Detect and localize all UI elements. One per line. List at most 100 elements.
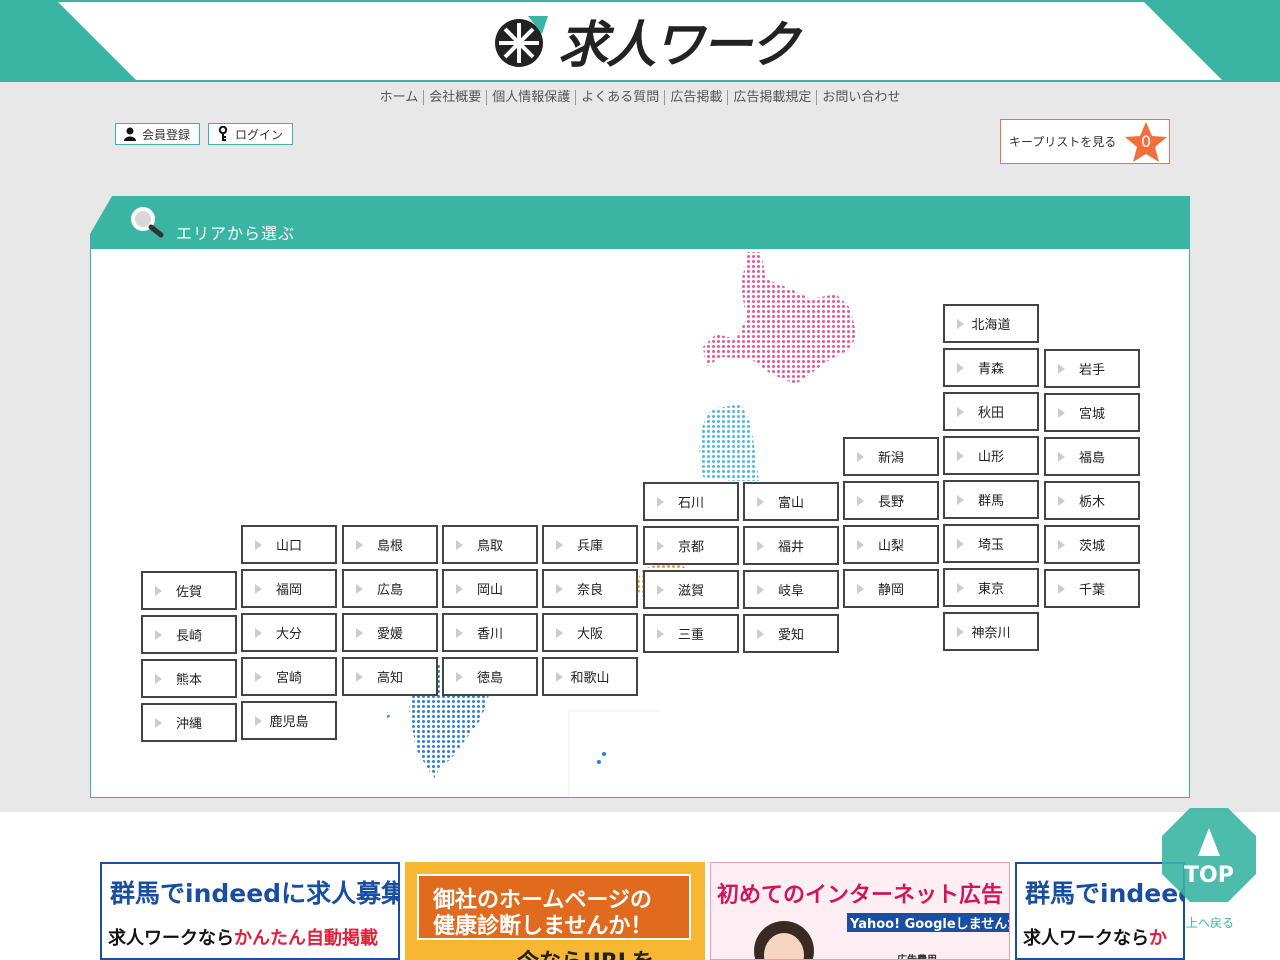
pref-button-toyama[interactable]: 富山 [743, 482, 839, 521]
pref-button-nara[interactable]: 奈良 [542, 569, 638, 608]
nav-ad-rules[interactable]: 広告掲載規定 [727, 90, 817, 105]
logo-text: 求人ワーク [558, 16, 800, 74]
nav-advertise[interactable]: 広告掲載 [664, 90, 728, 105]
key-icon [218, 126, 228, 141]
pref-button-aomori[interactable]: 青森 [943, 348, 1039, 387]
pref-button-tochigi[interactable]: 栃木 [1044, 481, 1140, 520]
back-to-top-button[interactable] [1160, 806, 1258, 904]
login-label: ログイン [235, 127, 284, 142]
keeplist-button[interactable]: キープリストを見る 0 [1000, 119, 1170, 164]
triangle-right-icon [757, 585, 764, 595]
pref-button-oita[interactable]: 大分 [241, 613, 337, 652]
register-button[interactable]: 会員登録 [115, 123, 200, 145]
banner1-headline: 群馬でindeedに求人募集 [110, 879, 400, 908]
pref-button-yamaguchi[interactable]: 山口 [241, 525, 337, 564]
pref-button-akita[interactable]: 秋田 [943, 392, 1039, 431]
pref-button-nagano[interactable]: 長野 [843, 481, 939, 520]
pref-button-kagoshima[interactable]: 鹿児島 [241, 701, 337, 740]
triangle-right-icon [456, 540, 463, 550]
pref-button-fukushima[interactable]: 福島 [1044, 437, 1140, 476]
pref-button-saga[interactable]: 佐賀 [141, 571, 237, 610]
pref-button-yamagata[interactable]: 山形 [943, 436, 1039, 475]
pref-button-nagasaki[interactable]: 長崎 [141, 615, 237, 654]
banner3-sub: Yahoo! Googleしませんか [847, 913, 1009, 932]
triangle-right-icon [757, 497, 764, 507]
pref-button-shiga[interactable]: 滋賀 [643, 570, 739, 609]
pref-button-ibaraki[interactable]: 茨城 [1044, 525, 1140, 564]
triangle-right-icon [155, 630, 162, 640]
triangle-right-icon [155, 586, 162, 596]
pref-button-mie[interactable]: 三重 [643, 614, 739, 653]
pref-button-aichi[interactable]: 愛知 [743, 614, 839, 653]
nav-faq[interactable]: よくある質問 [575, 90, 665, 105]
triangle-right-icon [1058, 540, 1065, 550]
pref-button-kyoto[interactable]: 京都 [643, 526, 739, 565]
triangle-right-icon [456, 628, 463, 638]
banner4-subline: 求人ワークならか [1023, 928, 1167, 949]
banner1-subline: 求人ワークならかんたん自動掲載 [108, 928, 378, 949]
triangle-right-icon [657, 541, 664, 551]
banner2-line3: 今ならURLを [517, 944, 654, 960]
pref-button-ishikawa[interactable]: 石川 [643, 482, 739, 521]
pref-button-niigata[interactable]: 新潟 [843, 437, 939, 476]
pref-button-fukui[interactable]: 福井 [743, 526, 839, 565]
triangle-right-icon [1058, 584, 1065, 594]
login-button[interactable]: ログイン [208, 123, 293, 145]
triangle-right-icon [356, 584, 363, 594]
triangle-right-icon [757, 629, 764, 639]
back-to-top-link[interactable]: 上へ戻る [1186, 914, 1234, 931]
nav-contact[interactable]: お問い合わせ [816, 90, 906, 105]
pref-button-tokushima[interactable]: 徳島 [442, 657, 538, 696]
triangle-right-icon [556, 540, 563, 550]
search-icon [131, 207, 164, 238]
pref-button-tottori[interactable]: 鳥取 [442, 525, 538, 564]
site-logo[interactable]: 求人ワーク [492, 10, 800, 74]
keeplist-count: 0 [1141, 132, 1152, 151]
pref-button-iwate[interactable]: 岩手 [1044, 349, 1140, 388]
triangle-right-icon [957, 539, 964, 549]
triangle-right-icon [857, 452, 864, 462]
nav-privacy[interactable]: 個人情報保護 [486, 90, 576, 105]
pref-button-kumamoto[interactable]: 熊本 [141, 659, 237, 698]
pref-button-chiba[interactable]: 千葉 [1044, 569, 1140, 608]
pref-button-osaka[interactable]: 大阪 [542, 613, 638, 652]
pref-button-shimane[interactable]: 島根 [342, 525, 438, 564]
pref-button-ehime[interactable]: 愛媛 [342, 613, 438, 652]
pref-button-miyazaki[interactable]: 宮崎 [241, 657, 337, 696]
homepage-check-banner[interactable]: 御社のホームページの 健康診断しませんか！ 今ならURLを [405, 862, 705, 960]
triangle-right-icon [155, 674, 162, 684]
pref-button-tokyo[interactable]: 東京 [943, 568, 1039, 607]
pref-button-hyogo[interactable]: 兵庫 [542, 525, 638, 564]
pref-button-wakayama[interactable]: 和歌山 [542, 657, 638, 696]
internet-ad-banner[interactable]: 初めてのインターネット広告 Yahoo! Googleしませんか 広告費用 [710, 862, 1010, 960]
pref-button-kochi[interactable]: 高知 [342, 657, 438, 696]
pref-button-gunma[interactable]: 群馬 [943, 480, 1039, 519]
triangle-right-icon [255, 584, 262, 594]
pref-button-saitama[interactable]: 埼玉 [943, 524, 1039, 563]
triangle-right-icon [957, 583, 964, 593]
triangle-right-icon [255, 672, 262, 682]
banner2-line2: 健康診断しませんか！ [433, 914, 653, 939]
nav-home[interactable]: ホーム [375, 90, 424, 105]
pref-button-fukuoka[interactable]: 福岡 [241, 569, 337, 608]
triangle-right-icon [456, 584, 463, 594]
pref-button-yamanashi[interactable]: 山梨 [843, 525, 939, 564]
pref-button-hokkaido[interactable]: 北海道 [943, 304, 1039, 343]
triangle-right-icon [957, 451, 964, 461]
triangle-right-icon [957, 495, 964, 505]
pref-button-gifu[interactable]: 岐阜 [743, 570, 839, 609]
banner3-small: 広告費用 [897, 951, 937, 959]
pref-button-kanagawa[interactable]: 神奈川 [943, 612, 1039, 651]
triangle-right-icon [255, 716, 262, 726]
pref-button-okayama[interactable]: 岡山 [442, 569, 538, 608]
pref-button-shizuoka[interactable]: 静岡 [843, 569, 939, 608]
triangle-right-icon [1058, 408, 1065, 418]
nav-company[interactable]: 会社概要 [423, 90, 487, 105]
pref-button-okinawa[interactable]: 沖縄 [141, 703, 237, 742]
indeed-banner[interactable]: 群馬でindeedに求人募集 求人ワークならかんたん自動掲載 [100, 862, 400, 960]
register-label: 会員登録 [142, 127, 191, 142]
pref-button-kagawa[interactable]: 香川 [442, 613, 538, 652]
pref-button-hiroshima[interactable]: 広島 [342, 569, 438, 608]
pref-button-miyagi[interactable]: 宮城 [1044, 393, 1140, 432]
triangle-right-icon [657, 585, 664, 595]
